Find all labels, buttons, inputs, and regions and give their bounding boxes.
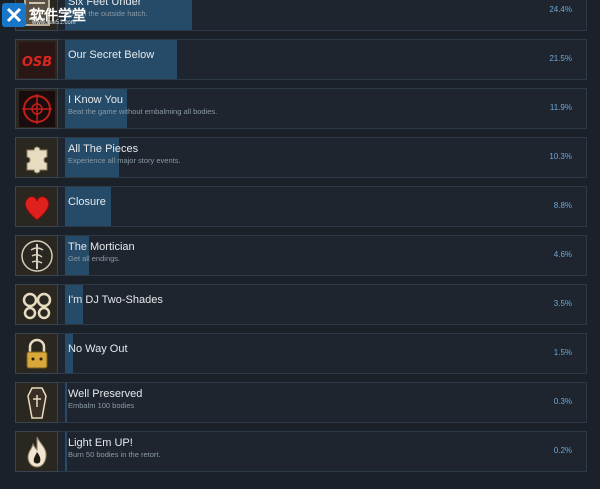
achievement-text: Well Preserved Embalm 100 bodies: [68, 387, 508, 411]
achievement-text: Light Em UP! Burn 50 bodies in the retort…: [68, 436, 508, 460]
achievement-text: The Mortician Get all endings.: [68, 240, 508, 264]
heart-icon: [15, 186, 58, 227]
achievement-percent: 0.3%: [553, 397, 572, 406]
achievement-text: I Know You Beat the game without embalmin…: [68, 93, 508, 117]
achievement-description: Embalm 100 bodies: [68, 401, 135, 410]
achievement-row: OSB Our Secret Below 21.5%: [15, 39, 587, 80]
achievement-description: Experience all major story events.: [68, 156, 181, 165]
padlock-icon: [15, 333, 58, 374]
achievement-list: Six Feet Under Open the outside hatch. 24.…: [0, 0, 600, 480]
achievement-row: No Way Out 1.5%: [15, 333, 587, 374]
achievement-row: I'm DJ Two-Shades 3.5%: [15, 284, 587, 325]
puzzle-piece-icon: [15, 137, 58, 178]
achievement-text: No Way Out: [68, 342, 508, 356]
achievement-percent: 4.6%: [553, 250, 572, 259]
svg-text:OSB: OSB: [21, 55, 51, 70]
osb-graffiti-icon: OSB: [15, 39, 58, 80]
achievement-title: All The Pieces: [68, 143, 139, 155]
achievement-percent: 10.3%: [549, 152, 572, 161]
achievement-row: All The Pieces Experience all major story…: [15, 137, 587, 178]
achievement-text: Closure: [68, 195, 508, 209]
achievement-title: Closure: [68, 196, 106, 208]
achievement-title: No Way Out: [68, 343, 128, 355]
flame-icon: [15, 431, 58, 472]
achievement-percent: 8.8%: [553, 201, 572, 210]
achievement-description: Beat the game without embalming all bodi…: [68, 107, 218, 116]
achievement-percent: 11.9%: [549, 103, 572, 112]
achievement-description: Burn 50 bodies in the retort.: [68, 450, 161, 459]
glasses-icon: [15, 284, 58, 325]
achievement-text: Six Feet Under Open the outside hatch.: [68, 0, 508, 19]
achievement-title: Six Feet Under: [68, 0, 142, 8]
progress-bar: [65, 432, 67, 471]
achievement-title: I Know You: [68, 94, 124, 106]
achievement-percent: 24.4%: [549, 5, 572, 14]
occult-sigil-icon: [15, 88, 58, 129]
achievement-row: Light Em UP! Burn 50 bodies in the retort…: [15, 431, 587, 472]
achievement-text: All The Pieces Experience all major story…: [68, 142, 508, 166]
progress-bar: [65, 383, 67, 422]
coffin-icon: [15, 382, 58, 423]
achievement-percent: 1.5%: [553, 348, 572, 357]
achievement-text: Our Secret Below: [68, 48, 508, 62]
achievement-description: Open the outside hatch.: [68, 9, 148, 18]
achievement-row: Closure 8.8%: [15, 186, 587, 227]
caduceus-icon: [15, 235, 58, 276]
achievement-percent: 21.5%: [549, 54, 572, 63]
achievement-row: Six Feet Under Open the outside hatch. 24.…: [15, 0, 587, 31]
achievement-title: The Mortician: [68, 241, 135, 253]
achievement-title: Well Preserved: [68, 388, 143, 400]
achievement-title: Light Em UP!: [68, 437, 133, 449]
achievement-title: Our Secret Below: [68, 49, 155, 61]
achievement-row: Well Preserved Embalm 100 bodies 0.3%: [15, 382, 587, 423]
achievement-description: Get all endings.: [68, 254, 121, 263]
achievement-percent: 3.5%: [553, 299, 572, 308]
door-hatch-icon: [15, 0, 58, 31]
achievement-row: The Mortician Get all endings. 4.6%: [15, 235, 587, 276]
achievement-title: I'm DJ Two-Shades: [68, 294, 163, 306]
achievement-percent: 0.2%: [553, 446, 572, 455]
achievement-row: I Know You Beat the game without embalmin…: [15, 88, 587, 129]
achievement-text: I'm DJ Two-Shades: [68, 293, 508, 307]
